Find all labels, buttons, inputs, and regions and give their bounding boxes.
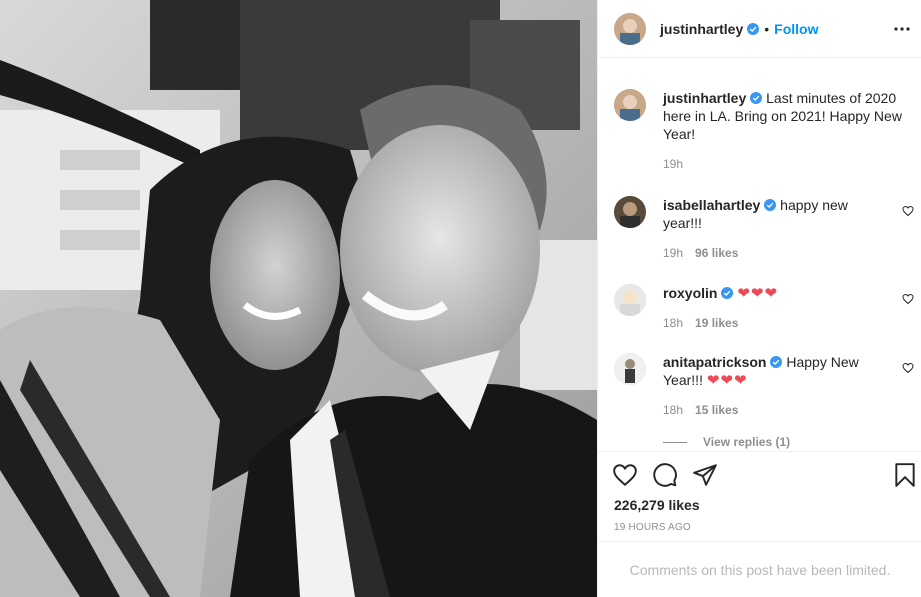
likes-count[interactable]: 226,279 likes [614,497,700,513]
comment-body: roxyolin ❤❤❤ [663,284,885,303]
comment-body: anitapatrickson Happy New Year!!! ❤❤❤ [663,353,885,390]
photo-image [0,0,597,597]
instagram-post: justinhartley • Follow justinhartley Las… [0,0,921,597]
comment-username[interactable]: anitapatrickson [663,354,766,370]
comment-item: anitapatrickson Happy New Year!!! ❤❤❤ 18… [614,353,914,423]
heart-icon[interactable] [612,462,638,488]
comment-like-icon[interactable] [902,362,914,374]
comment-username[interactable]: roxyolin [663,285,717,301]
comment-item: isabellahartley happy new year!!! 19h 96 … [614,196,914,266]
avatar[interactable] [614,89,646,121]
comment-body: isabellahartley happy new year!!! [663,196,885,232]
verified-badge-icon [747,22,760,35]
bookmark-icon[interactable] [892,462,918,488]
verified-badge-icon [770,356,783,368]
avatar[interactable] [614,12,646,45]
share-icon[interactable] [692,462,718,488]
comment-time[interactable]: 19h [663,246,683,260]
comment-like-icon[interactable] [902,205,914,217]
post-sidebar: justinhartley • Follow justinhartley Las… [597,0,921,597]
comment-icon[interactable] [652,462,678,488]
post-photo[interactable] [0,0,597,597]
caption-time[interactable]: 19h [663,157,683,171]
avatar[interactable] [614,284,646,316]
verified-badge-icon [750,92,763,104]
follow-button[interactable]: Follow [774,21,818,37]
comment-likes[interactable]: 15 likes [695,403,738,417]
comment-hearts: ❤❤❤ [737,285,779,302]
comment-meta: 18h 19 likes [663,316,738,330]
verified-badge-icon [721,287,734,299]
comments-section[interactable]: justinhartley Last minutes of 2020 here … [598,59,921,451]
comment-meta: 18h 15 likes [663,403,738,417]
avatar[interactable] [614,196,646,228]
comment-hearts: ❤❤❤ [706,372,748,389]
replies-divider [663,442,687,444]
comment-item: roxyolin ❤❤❤ 18h 19 likes [614,284,914,344]
caption-body: justinhartley Last minutes of 2020 here … [663,89,903,143]
comment-meta: 19h 96 likes [663,246,738,260]
more-options-icon[interactable] [890,17,914,41]
action-bar [598,451,921,491]
avatar[interactable] [614,353,646,385]
comment-time[interactable]: 18h [663,316,683,330]
view-replies-link[interactable]: View replies (1) [663,435,790,449]
comment-username[interactable]: isabellahartley [663,197,760,213]
comment-likes[interactable]: 19 likes [695,316,738,330]
author-username[interactable]: justinhartley [660,21,743,37]
post-header: justinhartley • Follow [598,0,921,58]
comment-time[interactable]: 18h [663,403,683,417]
verified-badge-icon [764,199,777,211]
comment-like-icon[interactable] [902,293,914,305]
comment-likes[interactable]: 96 likes [695,246,738,260]
caption: justinhartley Last minutes of 2020 here … [614,89,914,179]
comments-limited-notice: Comments on this post have been limited. [598,541,921,597]
view-replies-label: View replies (1) [703,435,791,449]
separator-dot: • [764,20,770,37]
post-time-ago[interactable]: 19 HOURS AGO [614,522,691,533]
caption-username[interactable]: justinhartley [663,90,746,106]
